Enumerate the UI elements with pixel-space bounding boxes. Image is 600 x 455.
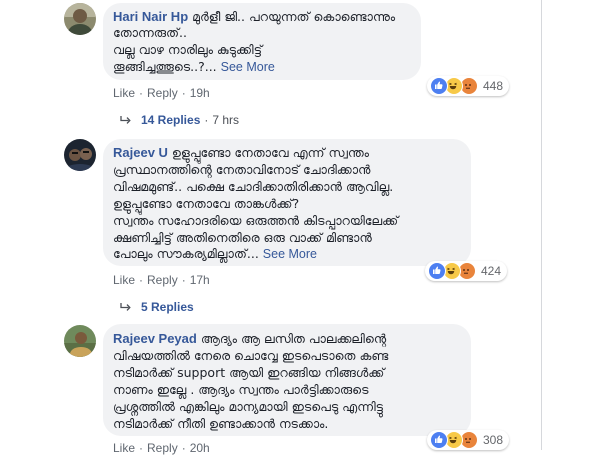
comment-text: നടിമാർക്ക് support ആയി ഇറങ്ങിയ നിങ്ങൾക്ക… (113, 365, 385, 380)
comment-line: Rajeev U ഉളുപ്പുണ്ടോ നേതാവേ എന്ന് സ്വന്ത… (113, 145, 369, 161)
comment-author[interactable]: Rajeev U (113, 145, 168, 160)
reply-button[interactable]: Reply (147, 441, 178, 455)
reaction-count: 308 (483, 433, 504, 447)
reply-button[interactable]: Reply (147, 273, 178, 287)
view-replies[interactable]: 14 Replies · 7 hrs (120, 113, 239, 128)
reaction-count: 448 (483, 79, 504, 93)
comment-actions: Like · Reply · 17h (113, 273, 210, 287)
replies-count-link[interactable]: 14 Replies (141, 113, 200, 127)
comment-text: സ്വന്തം സഹോദരിയെ ഒരുത്തൻ കിടപ്പാറയിലേക്ക… (113, 213, 399, 228)
comment-author[interactable]: Rajeev Peyad (113, 331, 197, 346)
comment-text: തോന്നരുത്.. (113, 25, 187, 40)
comment-text: പോലും സൗകര്യമില്ലാത്... (113, 246, 259, 261)
like-reaction-icon (428, 262, 446, 280)
comment-line: പോലും സൗകര്യമില്ലാത്... See More (113, 246, 317, 262)
comment-text: വിഷമമുണ്ട്.. പക്ഷെ ചോദിക്കാതിരിക്കാൻ ആവി… (113, 179, 394, 194)
comment-text: തൂങ്ങിച്ചത്തൂടെ..?... (113, 59, 217, 74)
see-more-link[interactable]: See More (263, 247, 317, 261)
comment-text: ഉളുപ്പുണ്ടോ നേതാവേ എന്ന് സ്വന്തം (171, 145, 369, 160)
comment-thread: Hari Nair Hp മുര്‍ളീ ജി.. പറയുന്നത് കൊണ്… (0, 0, 600, 455)
comment-line: Hari Nair Hp മുര്‍ളീ ജി.. പറയുന്നത് കൊണ്… (113, 9, 395, 25)
reply-arrow-icon (120, 301, 131, 315)
like-reaction-icon (430, 431, 448, 449)
reaction-count: 424 (481, 264, 502, 278)
reaction-summary[interactable]: 308 (427, 430, 510, 450)
comment-actions: Like · Reply · 20h (113, 441, 210, 455)
comment-text: പ്രശ്നത്തിൽ എങ്കിലും മാന്യമായി ഇടപെടു എന… (113, 399, 383, 414)
replies-timestamp: 7 hrs (212, 113, 240, 127)
avatar[interactable] (64, 139, 96, 171)
comment-text: വല്ല വാഴ നാരിലും കുടുക്കിട്ട് (113, 42, 263, 57)
comment-text: നടിമാർക്ക് നീതി ഉണ്ടാക്കാൻ നടക്കാം. (113, 416, 329, 431)
like-reaction-icon (430, 77, 448, 95)
comment-timestamp[interactable]: 20h (190, 441, 210, 455)
comment-text: പ്രസ്ഥാനത്തിന്റെ നേതാവിനോട് ചോദിക്കാൻ (113, 162, 371, 177)
comment-author[interactable]: Hari Nair Hp (113, 9, 188, 24)
comment-actions: Like · Reply · 19h (113, 86, 210, 100)
comment-timestamp[interactable]: 19h (190, 86, 210, 100)
like-button[interactable]: Like (113, 86, 135, 100)
divider (541, 0, 542, 450)
reply-button[interactable]: Reply (147, 86, 178, 100)
comment-text: വിഷയത്തിൽ നേരെ ചൊവ്വേ ഇടപെടാതെ കണ്ട (113, 348, 389, 363)
see-more-link[interactable]: See More (221, 60, 275, 74)
reply-arrow-icon (120, 114, 131, 128)
comment-text: ആദ്യം ആ ലസിത പാലക്കലിന്റെ (200, 331, 387, 346)
view-replies[interactable]: 5 Replies (120, 300, 194, 315)
like-button[interactable]: Like (113, 273, 135, 287)
comment-text: മുര്‍ളീ ജി.. പറയുന്നത് കൊണ്ടൊന്നും (192, 9, 396, 24)
comment-line: തൂങ്ങിച്ചത്തൂടെ..?... See More (113, 59, 275, 75)
comment-line: Rajeev Peyad ആദ്യം ആ ലസിത പാലക്കലിന്റെ (113, 331, 386, 347)
comment-text: ഉളുപ്പുണ്ടോ നേതാവേ താങ്കൾക്ക്? (113, 196, 300, 211)
reaction-summary[interactable]: 424 (425, 261, 508, 281)
comment-timestamp[interactable]: 17h (190, 273, 210, 287)
comment-text: ക്ഷണിച്ചിട്ട് അതിനെതിരെ ഒരു വാക്ക് മിണ്ട… (113, 230, 372, 245)
avatar[interactable] (64, 325, 96, 357)
comment-text: നാണം ഇല്ലേ . ആദ്യം സ്വന്തം പാർട്ടിക്കാരു… (113, 382, 369, 397)
like-button[interactable]: Like (113, 441, 135, 455)
reaction-summary[interactable]: 448 (427, 76, 510, 96)
avatar[interactable] (64, 3, 96, 35)
replies-count-link[interactable]: 5 Replies (141, 300, 194, 314)
